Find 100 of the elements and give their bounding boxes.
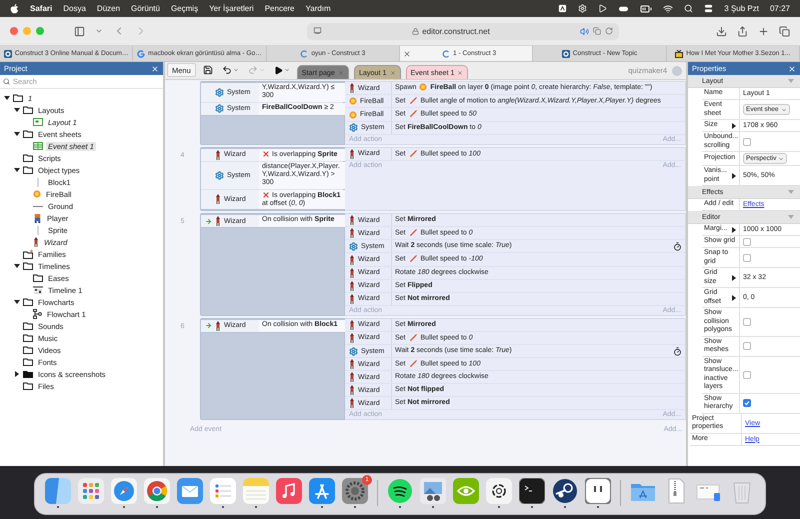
- menu-item[interactable]: Düzen: [96, 4, 120, 13]
- lock-icon: [412, 28, 420, 34]
- layout-icon: [33, 118, 43, 126]
- page-icon: [313, 27, 322, 35]
- menu-item[interactable]: Pencere: [264, 4, 294, 13]
- knot-icon[interactable]: [486, 478, 512, 504]
- close-icon[interactable]: [402, 50, 411, 58]
- bullet-icon: [408, 332, 418, 342]
- folder-icon: [23, 298, 33, 306]
- expand-toggle-icon[interactable]: [14, 167, 20, 173]
- status-icon[interactable]: [558, 4, 568, 13]
- photo-viewer-icon[interactable]: [420, 478, 446, 504]
- expand-toggle-icon[interactable]: [14, 299, 20, 305]
- music-note-icon[interactable]: [276, 478, 302, 504]
- avatar: [672, 66, 682, 76]
- property-checkbox[interactable]: [743, 238, 751, 246]
- address-text: editor.construct.net: [422, 26, 490, 36]
- tab-overview-icon[interactable]: [779, 26, 790, 36]
- sound-waves-icon[interactable]: [387, 478, 413, 504]
- gear-icon: [215, 104, 224, 114]
- property-checkbox[interactable]: [743, 138, 751, 146]
- two-bars-icon[interactable]: [585, 478, 611, 504]
- close-icon[interactable]: [390, 70, 396, 76]
- envelope-icon[interactable]: [177, 478, 203, 504]
- expand-toggle-icon[interactable]: [14, 131, 20, 137]
- figure-icon: [349, 268, 355, 278]
- menu-item[interactable]: Safari: [30, 4, 52, 13]
- gear-icon: [349, 242, 358, 251]
- gear-icon[interactable]: [342, 478, 368, 504]
- search-site-icon: [137, 50, 146, 58]
- property-checkbox[interactable]: [743, 318, 751, 326]
- download-icon[interactable]: [716, 26, 727, 36]
- figure-icon: [349, 359, 355, 370]
- chevron-down-icon[interactable]: [95, 27, 103, 35]
- expand-toggle-icon[interactable]: [14, 107, 20, 113]
- bullet-icon: [408, 359, 418, 368]
- menu-item[interactable]: Görüntü: [131, 4, 160, 13]
- figure-icon: [215, 320, 221, 331]
- figure-icon: [215, 150, 221, 160]
- battery-icon[interactable]: [640, 2, 652, 14]
- figure-icon: [215, 194, 221, 204]
- play-icon[interactable]: [598, 4, 608, 13]
- undo-icon: [222, 65, 232, 75]
- expand-icon[interactable]: [731, 294, 737, 300]
- expand-toggle-icon[interactable]: [14, 371, 20, 377]
- menu-date: 3 Şub Pzt: [724, 4, 759, 13]
- gear-icon: [349, 123, 358, 132]
- grid-icon[interactable]: [78, 478, 104, 504]
- figure-icon: [215, 216, 221, 226]
- menu-item[interactable]: Yardım: [306, 4, 331, 13]
- menu-item[interactable]: Geçmiş: [170, 4, 198, 13]
- figure-icon: [349, 215, 355, 226]
- reload-icon[interactable]: [605, 27, 613, 35]
- expand-toggle-icon[interactable]: [4, 95, 10, 101]
- property-checkbox[interactable]: [743, 399, 751, 407]
- share-icon[interactable]: [737, 26, 748, 36]
- expand-toggle-icon[interactable]: [14, 263, 20, 269]
- gamepad-icon[interactable]: [618, 4, 630, 13]
- copy-icon[interactable]: [593, 27, 601, 35]
- list-icon[interactable]: [210, 478, 236, 504]
- apple-icon[interactable]: [10, 4, 19, 14]
- close-window-button[interactable]: [10, 27, 18, 35]
- control-center-icon[interactable]: [704, 4, 714, 13]
- figure-icon: [349, 332, 355, 343]
- figure-icon: [349, 83, 355, 93]
- menu-item[interactable]: Yer İşaretleri: [209, 4, 254, 13]
- expand-icon[interactable]: [731, 122, 737, 128]
- address-field[interactable]: editor.construct.net: [307, 22, 619, 40]
- figure-icon: [33, 214, 42, 222]
- sidebar-icon[interactable]: [74, 26, 85, 36]
- figure-icon: [349, 148, 355, 159]
- terminal-icon[interactable]: [519, 478, 545, 504]
- wifi-icon[interactable]: [663, 4, 674, 14]
- bullet-icon: [408, 109, 418, 118]
- folder-icon: [23, 130, 33, 138]
- compass-icon[interactable]: [111, 478, 137, 504]
- expand-icon[interactable]: [731, 226, 737, 232]
- new-tab-icon[interactable]: [758, 26, 769, 36]
- search-icon[interactable]: [684, 4, 694, 13]
- close-icon[interactable]: [457, 70, 464, 76]
- folder-icon: [23, 250, 33, 258]
- figure-icon: [349, 254, 355, 265]
- figure-icon: [33, 237, 39, 247]
- figure-icon: [349, 228, 355, 238]
- speaker-icon[interactable]: [580, 26, 589, 36]
- menu-clock: 07:27: [770, 4, 790, 13]
- piston-icon[interactable]: [552, 478, 578, 504]
- bullet-icon: [408, 228, 418, 238]
- expand-icon[interactable]: [731, 172, 737, 178]
- settings-icon[interactable]: [578, 4, 588, 13]
- property-checkbox[interactable]: [743, 254, 751, 262]
- menu-item[interactable]: Dosya: [63, 4, 86, 13]
- gear-icon: [215, 88, 224, 97]
- segmented-circle-icon[interactable]: [144, 478, 170, 504]
- bullet-icon: [408, 96, 418, 105]
- property-checkbox[interactable]: [743, 342, 751, 350]
- property-checkbox[interactable]: [743, 370, 751, 378]
- ball-icon: [419, 83, 428, 92]
- store-icon[interactable]: [309, 478, 335, 504]
- expand-icon[interactable]: [731, 274, 737, 280]
